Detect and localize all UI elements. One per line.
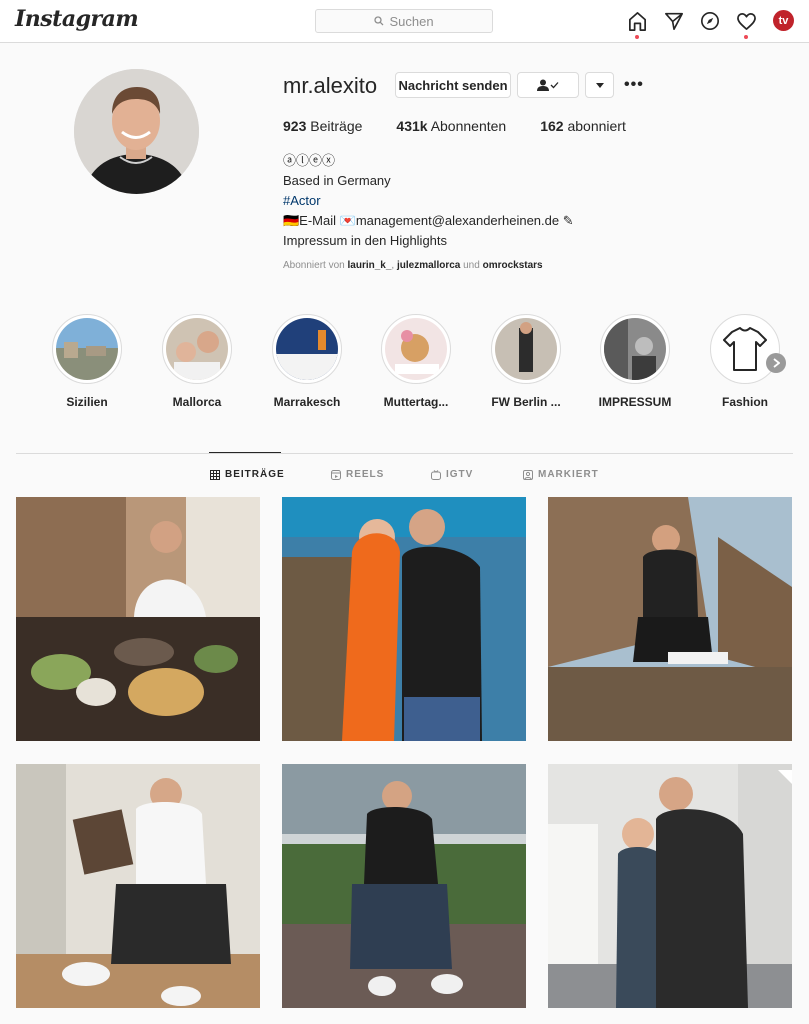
profile-stats: 923 Beiträge 431k Abonnenten 162 abonnie… [283, 118, 660, 134]
tab-label: MARKIERT [538, 469, 599, 480]
bio-email: 🇩🇪E-Mail 💌management@alexanderheinen.de … [283, 213, 574, 228]
highlight-label: Fashion [721, 395, 768, 409]
followed-by-prefix: Abonniert von [283, 260, 345, 271]
tab-igtv[interactable]: IGTV [431, 469, 473, 480]
followed-by-conj: und [463, 260, 480, 271]
igtv-icon [431, 469, 441, 480]
search-placeholder: Suchen [389, 13, 434, 29]
post-thumbnail[interactable] [282, 764, 526, 1008]
tab-label: IGTV [446, 469, 474, 480]
highlight-label: IMPRESSUM [598, 395, 672, 409]
tagged-icon [523, 469, 533, 480]
followed-by-user-link[interactable]: laurin_k_ [348, 260, 392, 271]
highlight-impressum[interactable]: IMPRESSUM [590, 314, 680, 409]
bio-name: ⓐⓛⓔⓧ [283, 153, 336, 168]
tab-posts[interactable]: BEITRÄGE [210, 469, 285, 480]
highlight-mallorca[interactable]: Mallorca [152, 314, 242, 409]
grid-icon [210, 469, 220, 480]
tabs-divider [16, 453, 793, 454]
direct-icon[interactable] [663, 10, 685, 32]
posts-label: Beiträge [310, 118, 363, 134]
profile-avatar[interactable] [74, 69, 199, 194]
home-notification-dot [635, 35, 639, 39]
instagram-logo[interactable]: Instagram [15, 6, 139, 32]
profile-username: mr.alexito [283, 73, 378, 98]
user-check-icon [537, 79, 559, 91]
followers-label: Abonnenten [430, 118, 507, 134]
activity-heart-icon[interactable] [735, 10, 757, 32]
following-stat[interactable]: 162 abonniert [540, 118, 626, 134]
following-label: abonniert [567, 118, 626, 134]
followed-by-user-link[interactable]: julezmallorca [397, 260, 460, 271]
highlight-label: Marrakesch [273, 395, 341, 409]
tab-reels[interactable]: REELS [331, 469, 384, 480]
followers-count: 431k [396, 118, 428, 134]
post-thumbnail[interactable] [16, 497, 260, 741]
highlight-fw-berlin[interactable]: FW Berlin ... [481, 314, 571, 409]
search-input[interactable]: Suchen [315, 9, 493, 33]
tshirt-icon [723, 327, 767, 371]
profile-bio: ⓐⓛⓔⓧ Based in Germany #Actor 🇩🇪E-Mail 💌m… [283, 151, 574, 251]
active-tab-indicator [209, 452, 281, 453]
followers-stat[interactable]: 431k Abonnenten [396, 118, 506, 134]
bio-hashtag-link[interactable]: #Actor [283, 191, 574, 211]
home-icon[interactable] [626, 10, 648, 32]
tab-label: BEITRÄGE [225, 469, 285, 480]
post-thumbnail[interactable] [548, 497, 792, 741]
highlight-label: Muttertag... [383, 395, 449, 409]
activity-notification-dot [744, 35, 748, 39]
highlight-sizilien[interactable]: Sizilien [42, 314, 132, 409]
highlight-label: Sizilien [66, 395, 108, 409]
suggestions-dropdown-button[interactable] [585, 72, 614, 98]
profile-avatar-icon[interactable]: tv [773, 10, 794, 31]
highlight-marrakesch[interactable]: Marrakesch [262, 314, 352, 409]
chevron-right-icon [772, 358, 780, 368]
following-count: 162 [540, 118, 564, 134]
more-options-icon[interactable]: ••• [624, 76, 644, 94]
explore-icon[interactable] [699, 10, 721, 32]
highlight-label: Mallorca [172, 395, 222, 409]
post-thumbnail[interactable] [548, 764, 792, 1008]
post-thumbnail[interactable] [282, 497, 526, 741]
chevron-down-icon [595, 82, 604, 88]
following-status-button[interactable] [517, 72, 579, 98]
followed-by-user-link[interactable]: omrockstars [483, 260, 543, 271]
bio-impressum: Impressum in den Highlights [283, 233, 448, 248]
posts-count: 923 [283, 118, 307, 134]
bio-location: Based in Germany [283, 173, 391, 188]
followed-by: Abonniert von laurin_k_, julezmallorca u… [283, 260, 543, 271]
post-thumbnail[interactable] [16, 764, 260, 1008]
highlight-label: FW Berlin ... [491, 395, 561, 409]
search-icon [374, 16, 384, 26]
highlights-next-button[interactable] [766, 353, 786, 373]
top-navigation-bar: Instagram Suchen tv [0, 0, 809, 43]
send-message-button[interactable]: Nachricht senden [395, 72, 511, 98]
posts-stat: 923 Beiträge [283, 118, 362, 134]
highlight-muttertag[interactable]: Muttertag... [371, 314, 461, 409]
tab-tagged[interactable]: MARKIERT [523, 469, 599, 480]
tab-label: REELS [346, 469, 385, 480]
reels-icon [331, 469, 341, 480]
